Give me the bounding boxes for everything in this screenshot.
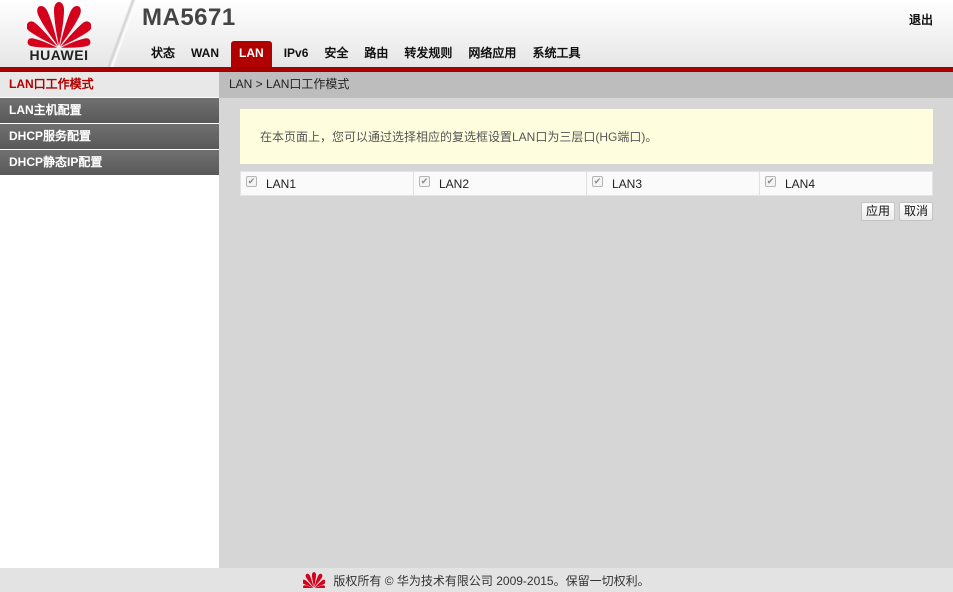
copyright-text: 版权所有 © 华为技术有限公司 2009-2015。保留一切权利。 bbox=[333, 573, 650, 588]
lan4-checkbox[interactable]: ✔ bbox=[765, 176, 776, 187]
nav-tab-network-apps[interactable]: 网络应用 bbox=[460, 41, 524, 67]
sidebar-item-dhcp-static-ip[interactable]: DHCP静态IP配置 bbox=[0, 150, 219, 176]
sidebar: LAN口工作模式 LAN主机配置 DHCP服务配置 DHCP静态IP配置 bbox=[0, 72, 219, 568]
lan1-checkbox[interactable]: ✔ bbox=[246, 176, 257, 187]
huawei-small-logo-icon bbox=[303, 572, 326, 588]
sidebar-item-lan-port-mode[interactable]: LAN口工作模式 bbox=[0, 72, 219, 98]
header: HUAWEI MA5671 退出 状态 WAN LAN IPv6 安全 路由 转… bbox=[0, 0, 953, 67]
lan-port-label: LAN1 bbox=[266, 176, 297, 191]
info-notice: 在本页面上，您可以通过选择相应的复选框设置LAN口为三层口(HG端口)。 bbox=[240, 109, 933, 164]
nav-tab-security[interactable]: 安全 bbox=[316, 41, 356, 67]
nav-tab-system-tools[interactable]: 系统工具 bbox=[524, 41, 588, 67]
huawei-logo: HUAWEI bbox=[0, 0, 118, 67]
logout-link[interactable]: 退出 bbox=[909, 11, 933, 28]
main-nav: 状态 WAN LAN IPv6 安全 路由 转发规则 网络应用 系统工具 bbox=[143, 41, 588, 67]
lan3-checkbox[interactable]: ✔ bbox=[592, 176, 603, 187]
nav-tab-status[interactable]: 状态 bbox=[143, 41, 183, 67]
brand-name: HUAWEI bbox=[29, 47, 89, 63]
sidebar-item-lan-host-config[interactable]: LAN主机配置 bbox=[0, 98, 219, 124]
apply-button[interactable]: 应用 bbox=[860, 202, 895, 221]
lan-port-label: LAN3 bbox=[612, 176, 643, 191]
lan-port-cell: ✔ LAN1 bbox=[241, 172, 414, 195]
lan-port-cell: ✔ LAN3 bbox=[587, 172, 760, 195]
lan-port-table: ✔ LAN1 ✔ LAN2 ✔ LAN3 ✔ LAN4 bbox=[240, 171, 933, 196]
cancel-button[interactable]: 取消 bbox=[898, 202, 933, 221]
main-content: LAN > LAN口工作模式 在本页面上，您可以通过选择相应的复选框设置LAN口… bbox=[219, 72, 953, 568]
lan-port-label: LAN2 bbox=[439, 176, 470, 191]
nav-tab-lan[interactable]: LAN bbox=[231, 41, 272, 67]
nav-tab-forward-rules[interactable]: 转发规则 bbox=[396, 41, 460, 67]
header-divider bbox=[108, 0, 138, 67]
nav-tab-wan[interactable]: WAN bbox=[183, 41, 227, 67]
lan-port-label: LAN4 bbox=[785, 176, 816, 191]
lan-port-cell: ✔ LAN4 bbox=[760, 172, 932, 195]
footer: 版权所有 © 华为技术有限公司 2009-2015。保留一切权利。 bbox=[0, 568, 953, 592]
nav-tab-route[interactable]: 路由 bbox=[356, 41, 396, 67]
sidebar-item-dhcp-service[interactable]: DHCP服务配置 bbox=[0, 124, 219, 150]
breadcrumb: LAN > LAN口工作模式 bbox=[219, 72, 953, 98]
lan-port-cell: ✔ LAN2 bbox=[414, 172, 587, 195]
lan2-checkbox[interactable]: ✔ bbox=[419, 176, 430, 187]
nav-tab-ipv6[interactable]: IPv6 bbox=[276, 41, 317, 67]
action-buttons: 应用 取消 bbox=[860, 202, 933, 221]
device-model-title: MA5671 bbox=[142, 4, 236, 31]
huawei-flower-logo-icon bbox=[27, 2, 91, 48]
